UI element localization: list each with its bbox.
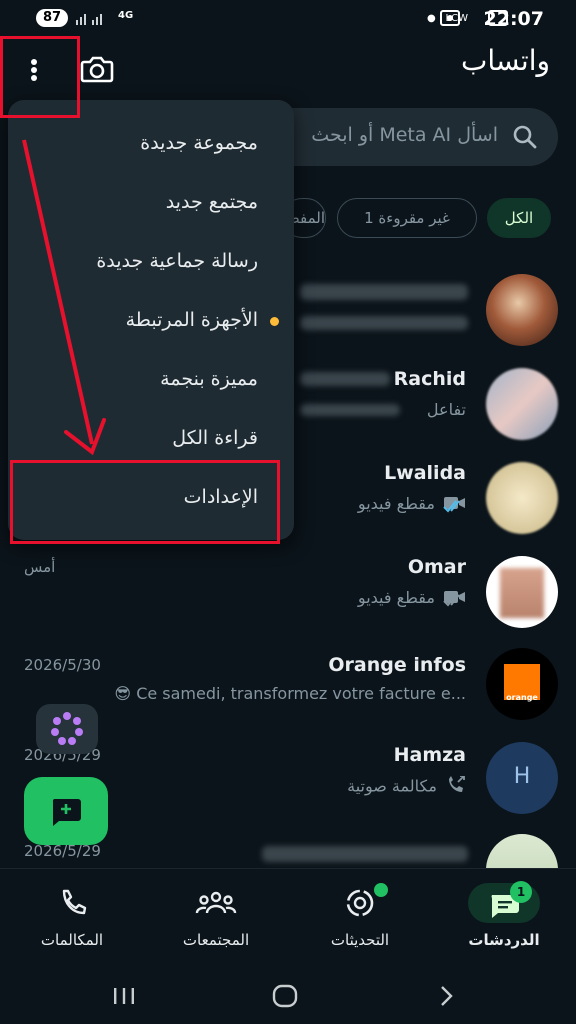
nav-tab-updates[interactable]: التحديثات	[288, 869, 432, 973]
nav-label-chats: الدردشات	[468, 931, 540, 949]
nav-tab-chats[interactable]: 1 الدردشات	[432, 869, 576, 973]
updates-dot	[374, 883, 388, 897]
nav-label-updates: التحديثات	[330, 931, 390, 949]
back-icon[interactable]	[436, 984, 456, 1012]
communities-icon	[180, 883, 252, 923]
chats-unread-badge: 1	[510, 881, 532, 903]
system-navigation-bar	[0, 972, 576, 1024]
recent-apps-icon[interactable]	[112, 986, 136, 1010]
home-icon[interactable]	[272, 984, 298, 1012]
bottom-navigation: 1 الدردشات التحديثات المجتمعات المكالمات	[0, 868, 576, 973]
nav-tab-calls[interactable]: المكالمات	[0, 869, 144, 973]
phone-icon	[36, 883, 108, 923]
nav-tab-communities[interactable]: المجتمعات	[144, 869, 288, 973]
nav-label-calls: المكالمات	[40, 931, 104, 949]
nav-label-communities: المجتمعات	[182, 931, 250, 949]
